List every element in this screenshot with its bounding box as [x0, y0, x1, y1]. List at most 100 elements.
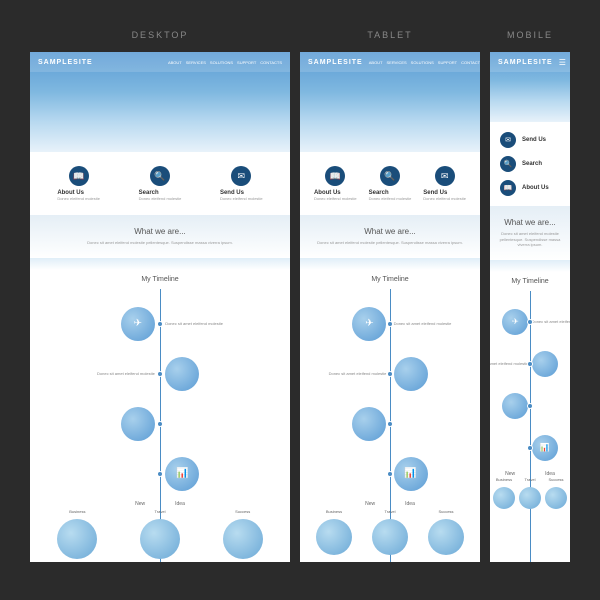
timeline-bubble[interactable]: [532, 351, 558, 377]
category-bubble[interactable]: Success: [223, 519, 263, 559]
timeline-node: [387, 371, 393, 377]
timeline-node: [527, 445, 533, 451]
timeline-node: [157, 421, 163, 427]
timeline-bubble[interactable]: ✈: [352, 307, 386, 341]
category-bubble[interactable]: Travel: [519, 487, 541, 509]
feature-item[interactable]: 📖 About Us Donec eleifend molestie: [314, 166, 357, 201]
nav-link[interactable]: SOLUTIONS: [210, 60, 233, 65]
navbar: SAMPLESITE ABOUT SERVICES SOLUTIONS SUPPORT…: [300, 52, 480, 72]
feature-item[interactable]: ✉ Send Us Donec eleifend molestie: [220, 166, 263, 201]
feature-desc: Donec eleifend molestie: [423, 196, 466, 201]
feature-desc: Donec eleifend molestie: [220, 196, 263, 201]
timeline: ✈ Donec sit amet eleifend molestie Donec…: [490, 291, 570, 562]
bubble-label: Business: [496, 477, 512, 482]
feature-item[interactable]: 📖 About Us Donec eleifend molestie: [57, 166, 100, 201]
feature-title: Search: [522, 161, 542, 167]
timeline-text: Donec sit amet eleifend molestie: [326, 371, 386, 376]
category-bubble[interactable]: Success: [545, 487, 567, 509]
section-desc: Donec sit amet eleifend molestie pellent…: [498, 231, 562, 248]
feature-title: Send Us: [522, 137, 546, 143]
nav-link[interactable]: SUPPORT: [237, 60, 256, 65]
timeline-bubble[interactable]: [394, 357, 428, 391]
about-section: What we are... Donec sit amet eleifend m…: [490, 206, 570, 260]
nav-link[interactable]: SOLUTIONS: [411, 60, 434, 65]
about-section: What we are... Donec sit amet eleifend m…: [30, 215, 290, 258]
timeline-bubble[interactable]: 📊: [394, 457, 428, 491]
timeline-text: Donec sit amet eleifend molestie: [532, 319, 570, 324]
timeline-text: Donec sit amet eleifend molestie: [394, 321, 454, 326]
category-bubble[interactable]: Travel: [140, 519, 180, 559]
timeline-title: My Timeline: [300, 276, 480, 283]
timeline-title: My Timeline: [490, 278, 570, 285]
category-bubble[interactable]: Travel: [372, 519, 408, 555]
timeline-bubble[interactable]: [165, 357, 199, 391]
section-desc: Donec sit amet eleifend molestie pellent…: [38, 240, 282, 246]
feature-item[interactable]: 🔍 Search Donec eleifend molestie: [500, 156, 542, 172]
category-bubble[interactable]: Success: [428, 519, 464, 555]
about-section: What we are... Donec sit amet eleifend m…: [300, 215, 480, 258]
nav-link[interactable]: CONTACTS: [461, 60, 480, 65]
feature-item[interactable]: 🔍 Search Donec eleifend molestie: [369, 166, 412, 201]
bubble-label: Business: [69, 509, 85, 514]
timeline-bubble[interactable]: [352, 407, 386, 441]
menu-icon[interactable]: ☰: [559, 58, 566, 67]
feature-title: About Us: [522, 185, 549, 191]
brand[interactable]: SAMPLESITE: [308, 59, 363, 66]
navbar: SAMPLESITE ABOUT SERVICES SOLUTIONS SUPPORT…: [30, 52, 290, 72]
nav-link[interactable]: CONTACTS: [260, 60, 282, 65]
timeline-node: [157, 471, 163, 477]
timeline-bubble[interactable]: [121, 407, 155, 441]
timeline-node: [387, 321, 393, 327]
bubble-label: Travel: [525, 477, 536, 482]
mail-icon: ✉: [231, 166, 251, 186]
features-row: 📖 About Us Donec eleifend molestie 🔍 Sea…: [300, 152, 480, 215]
timeline-bubble[interactable]: ✈: [121, 307, 155, 341]
nav-link[interactable]: ABOUT: [168, 60, 182, 65]
feature-item[interactable]: ✉ Send Us Donec eleifend molestie: [500, 132, 546, 148]
nav-link[interactable]: ABOUT: [369, 60, 383, 65]
feature-desc: Donec eleifend molestie: [314, 196, 357, 201]
feature-item[interactable]: ✉ Send Us Donec eleifend molestie: [423, 166, 466, 201]
category-bubble[interactable]: Business: [316, 519, 352, 555]
mail-icon: ✉: [500, 132, 516, 148]
category-bubble[interactable]: Business: [57, 519, 97, 559]
nav-link[interactable]: SERVICES: [186, 60, 206, 65]
timeline: ✈ Donec sit amet eleifend molestie Donec…: [30, 289, 290, 562]
features-row: ✉ Send Us Donec eleifend molestie 🔍 Sear…: [490, 122, 570, 206]
book-icon: 📖: [500, 180, 516, 196]
timeline-bubble[interactable]: 📊: [532, 435, 558, 461]
timeline-text: Donec sit amet eleifend molestie: [165, 321, 225, 326]
brand[interactable]: SAMPLESITE: [38, 59, 93, 66]
bubble-label: Travel: [385, 509, 396, 514]
timeline: ✈ Donec sit amet eleifend molestie Donec…: [300, 289, 480, 562]
timeline-node: [157, 371, 163, 377]
brand[interactable]: SAMPLESITE: [498, 59, 553, 66]
feature-desc: Donec eleifend molestie: [139, 196, 182, 201]
feature-desc: Donec eleifend molestie: [57, 196, 100, 201]
bubble-label: Success: [548, 477, 563, 482]
category-bubble[interactable]: Business: [493, 487, 515, 509]
timeline-node: [157, 321, 163, 327]
section-title: What we are...: [308, 227, 472, 236]
viewport-label-mobile: MOBILE: [507, 30, 553, 40]
tablet-mockup: SAMPLESITE ABOUT SERVICES SOLUTIONS SUPPORT…: [300, 52, 480, 562]
timeline-node: [527, 403, 533, 409]
bubble-label: Success: [438, 509, 453, 514]
feature-desc: Donec eleifend molestie: [369, 196, 412, 201]
timeline-bubble[interactable]: [502, 393, 528, 419]
section-title: What we are...: [38, 227, 282, 236]
hero: SAMPLESITE ABOUTSERVICESSOLUTIONSSUPPORT…: [490, 52, 570, 122]
search-icon: 🔍: [150, 166, 170, 186]
feature-item[interactable]: 📖 About Us Donec eleifend molestie: [500, 180, 549, 196]
nav-link[interactable]: SUPPORT: [438, 60, 457, 65]
feature-item[interactable]: 🔍 Search Donec eleifend molestie: [139, 166, 182, 201]
timeline-bubble[interactable]: ✈: [502, 309, 528, 335]
nav-link[interactable]: SERVICES: [387, 60, 407, 65]
timeline-node: [387, 421, 393, 427]
section-title: What we are...: [498, 218, 562, 227]
viewport-label-tablet: TABLET: [367, 30, 412, 40]
viewport-label-desktop: DESKTOP: [132, 30, 189, 40]
timeline-text: Donec sit amet eleifend molestie: [95, 371, 155, 376]
timeline-bubble[interactable]: 📊: [165, 457, 199, 491]
section-desc: Donec sit amet eleifend molestie pellent…: [308, 240, 472, 246]
